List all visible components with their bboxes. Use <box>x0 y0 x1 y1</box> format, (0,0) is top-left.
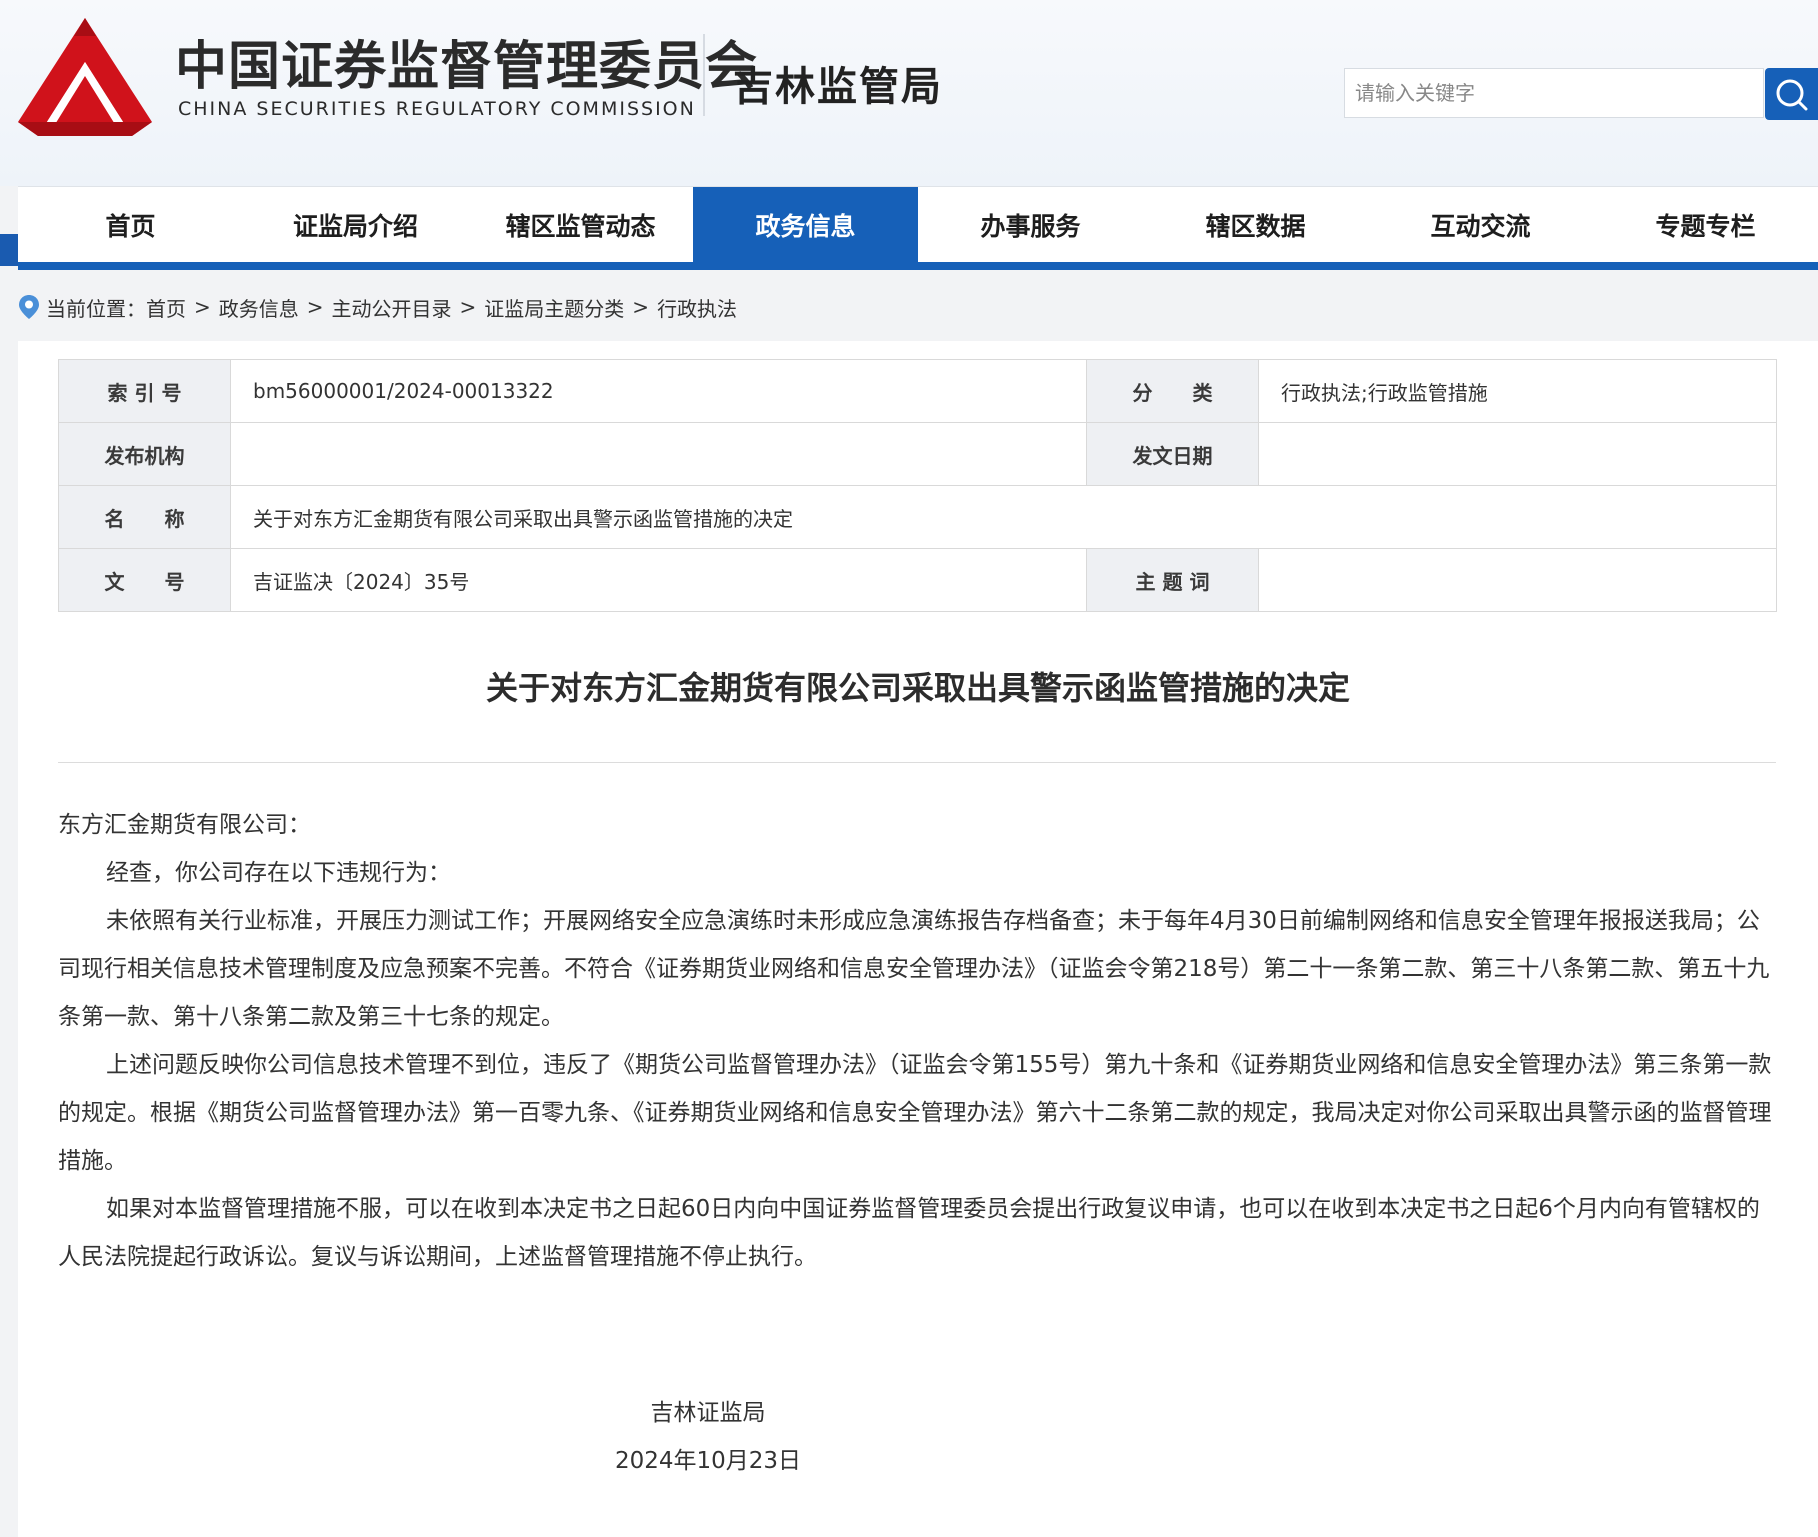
document-title: 关于对东方汇金期货有限公司采取出具警示函监管措施的决定 <box>485 669 1350 707</box>
breadcrumb-government-info[interactable]: 政务信息 <box>219 293 299 322</box>
bureau-name: 吉林监管局 <box>733 64 943 110</box>
document-meta-table: 索 引 号 bm56000001/2024-00013322 分 类 行政执法;… <box>58 359 1777 612</box>
breadcrumb: 当前位置： 首页 > 政务信息 > 主动公开目录 > 证监局主题分类 > 行政执… <box>18 290 737 324</box>
search-icon <box>1776 79 1808 111</box>
nav-item-special-topics[interactable]: 专题专栏 <box>1593 187 1818 263</box>
body-paragraph: 如果对本监督管理措施不服，可以在收到本决定书之日起60日内向中国证券监督管理委员… <box>58 1196 1760 1270</box>
site-header: 中国证券监督管理委员会 CHINA SECURITIES REGULATORY … <box>0 0 1818 186</box>
breadcrumb-prefix: 当前位置： <box>46 296 146 321</box>
org-name-en: CHINA SECURITIES REGULATORY COMMISSION <box>178 98 696 120</box>
keywords-label: 主 题 词 <box>1086 548 1259 612</box>
csrc-logo-icon[interactable] <box>16 16 154 138</box>
nav-item-interaction[interactable]: 互动交流 <box>1368 187 1593 263</box>
breadcrumb-enforcement[interactable]: 行政执法 <box>657 293 737 322</box>
nav-left-accent <box>0 234 18 266</box>
name-value: 关于对东方汇金期货有限公司采取出具警示函监管措施的决定 <box>230 485 1777 549</box>
nav-item-government-info[interactable]: 政务信息 <box>693 187 918 263</box>
nav-item-regional-data[interactable]: 辖区数据 <box>1143 187 1368 263</box>
breadcrumb-separator: > <box>632 295 650 319</box>
signature: 吉林证监局 <box>650 1400 766 1426</box>
header-divider <box>703 34 705 116</box>
publisher-label: 发布机构 <box>58 422 231 486</box>
nav-item-regional-news[interactable]: 辖区监管动态 <box>468 187 693 263</box>
document-body: 东方汇金期货有限公司： 经查，你公司存在以下违规行为： 未依照有关行业标准，开展… <box>58 801 1776 1281</box>
breadcrumb-home[interactable]: 首页 <box>146 293 186 322</box>
breadcrumb-separator: > <box>306 295 324 319</box>
doc-number-value: 吉证监决〔2024〕35号 <box>230 548 1087 612</box>
breadcrumb-disclosure-catalog[interactable]: 主动公开目录 <box>332 293 452 322</box>
article-panel: 索 引 号 bm56000001/2024-00013322 分 类 行政执法;… <box>18 341 1818 1537</box>
nav-item-home[interactable]: 首页 <box>18 187 243 263</box>
doc-number-label: 文 号 <box>58 548 231 612</box>
body-paragraph: 未依照有关行业标准，开展压力测试工作；开展网络安全应急演练时未形成应急演练报告存… <box>58 908 1770 1030</box>
breadcrumb-separator: > <box>194 295 211 319</box>
salutation: 东方汇金期货有限公司： <box>58 812 311 838</box>
keywords-value <box>1258 548 1777 612</box>
body-paragraph: 上述问题反映你公司信息技术管理不到位，违反了《期货公司监督管理办法》（证监会令第… <box>58 1052 1772 1174</box>
org-name-cn: 中国证券监督管理委员会 <box>175 37 759 97</box>
body-paragraph: 经查，你公司存在以下违规行为： <box>106 860 451 886</box>
nav-item-bureau-intro[interactable]: 证监局介绍 <box>243 187 468 263</box>
index-label: 索 引 号 <box>58 359 231 423</box>
table-row: 索 引 号 bm56000001/2024-00013322 分 类 行政执法;… <box>58 359 1777 423</box>
publisher-value <box>230 422 1087 486</box>
nav-underline <box>18 262 1818 270</box>
issue-date-value <box>1258 422 1777 486</box>
breadcrumb-separator: > <box>459 295 477 319</box>
category-label: 分 类 <box>1086 359 1259 423</box>
location-pin-icon <box>19 295 39 319</box>
issue-date-label: 发文日期 <box>1086 422 1259 486</box>
search-input[interactable] <box>1344 68 1764 118</box>
index-value: bm56000001/2024-00013322 <box>230 359 1087 423</box>
nav-item-services[interactable]: 办事服务 <box>918 187 1143 263</box>
table-row: 名 称 关于对东方汇金期货有限公司采取出具警示函监管措施的决定 <box>58 485 1777 549</box>
signature-date: 2024年10月23日 <box>614 1448 802 1474</box>
breadcrumb-topic-category[interactable]: 证监局主题分类 <box>484 293 624 322</box>
main-nav: 首页 证监局介绍 辖区监管动态 政务信息 办事服务 辖区数据 互动交流 专题专栏 <box>18 186 1818 263</box>
title-divider <box>58 762 1776 763</box>
name-label: 名 称 <box>58 485 231 549</box>
table-row: 文 号 吉证监决〔2024〕35号 主 题 词 <box>58 548 1777 612</box>
table-row: 发布机构 发文日期 <box>58 422 1777 486</box>
search-button[interactable] <box>1765 68 1818 120</box>
category-value: 行政执法;行政监管措施 <box>1258 359 1777 423</box>
